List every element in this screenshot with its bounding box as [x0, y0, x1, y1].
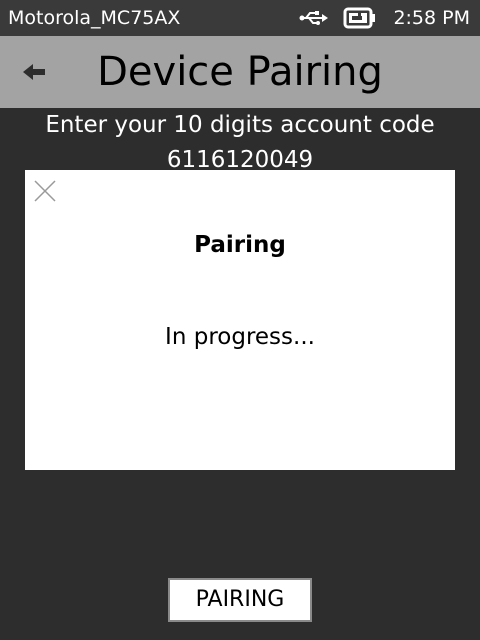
page-title: Device Pairing [97, 49, 383, 95]
device-name: Motorola_MC75AX [8, 7, 181, 29]
title-bar: Device Pairing [0, 36, 480, 108]
dialog-title: Pairing [194, 232, 286, 258]
close-icon [34, 180, 56, 202]
close-button[interactable] [33, 179, 57, 203]
status-icons: 2:58 PM [299, 4, 470, 32]
instruction-text: Enter your 10 digits account code [45, 112, 435, 138]
status-bar: Motorola_MC75AX 2:58 PM [0, 0, 480, 36]
dialog-message: In progress... [165, 324, 315, 350]
usb-icon [299, 10, 329, 26]
pairing-dialog: Pairing In progress... [25, 170, 455, 470]
clock: 2:58 PM [393, 7, 470, 29]
pairing-button[interactable]: PAIRING [168, 578, 312, 622]
battery-charging-icon [343, 7, 377, 29]
